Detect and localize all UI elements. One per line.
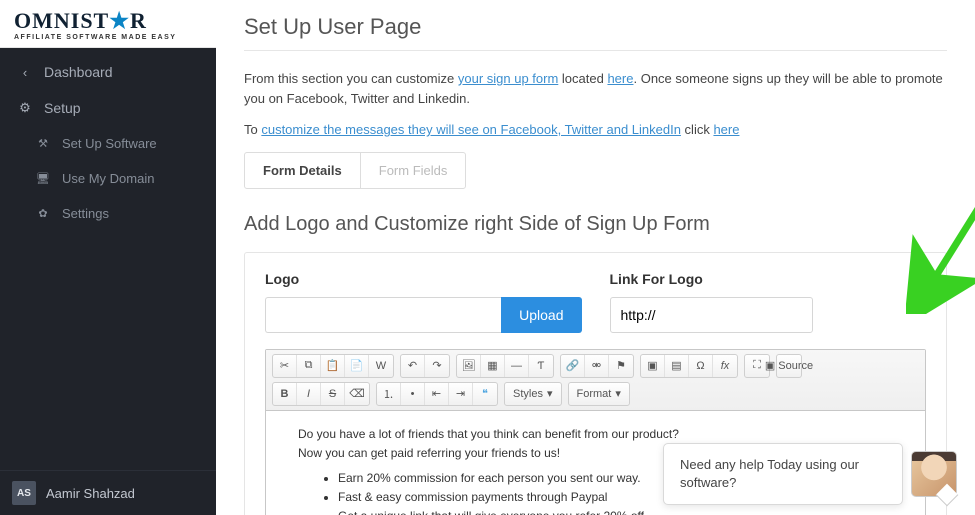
editor-toolbar: ✂ ⧉ 📋 📄 W ↶ ↷ 🖼 ▦ — [266,350,925,411]
intro-text: To [244,122,261,137]
dashboard-icon: ⚙ [16,100,34,116]
bullet-list-icon[interactable]: • [401,383,425,405]
symbol-icon[interactable]: Ω [689,355,713,377]
unlink-icon[interactable]: ⚮ [585,355,609,377]
page-title: Set Up User Page [244,14,947,40]
sidebar-item-label: Set Up Software [62,136,157,151]
nav: ‹ Dashboard ⚙ Setup ⚒ Set Up Software 🖥 … [0,48,216,470]
intro-paragraph-1: From this section you can customize your… [244,69,947,108]
brand-star-icon: ★ [109,8,130,33]
tab-form-details[interactable]: Form Details [245,153,360,188]
brand-tagline: AFFILIATE SOFTWARE MADE EASY [14,34,202,41]
brand-name-2: R [130,8,147,33]
logo-label: Logo [265,271,582,287]
sidebar-item-label: Use My Domain [62,171,154,186]
divider [244,50,947,51]
monitor-icon: 🖥 [34,172,52,185]
sidebar-item-label: Setup [44,100,81,116]
gear-icon: ✿ [34,207,52,220]
chat-bubble[interactable]: Need any help Today using our software? [663,443,903,505]
main-content: Set Up User Page From this section you c… [216,0,975,515]
signup-form-link[interactable]: your sign up form [458,71,558,86]
special-char-icon[interactable]: Ƭ [529,355,553,377]
format-select[interactable]: Format▾ [569,383,629,405]
iframe-icon[interactable]: ▤ [665,355,689,377]
undo-icon[interactable]: ↶ [401,355,425,377]
indent-icon[interactable]: ⇥ [449,383,473,405]
paste-text-icon[interactable]: 📄 [345,355,369,377]
intro-text: located [558,71,607,86]
sidebar: OMNIST★R AFFILIATE SOFTWARE MADE EASY ‹ … [0,0,216,515]
italic-icon[interactable]: I [297,383,321,405]
customize-messages-link[interactable]: customize the messages they will see on … [261,122,681,137]
brand-name-1: OMNIST [14,8,109,33]
intro-paragraph-2: To customize the messages they will see … [244,120,947,140]
chat-widget: Need any help Today using our software? [663,443,957,505]
sidebar-item-settings[interactable]: ✿ Settings [0,196,216,231]
user-menu[interactable]: AS Aamir Shahzad [0,470,216,515]
located-here-link[interactable]: here [607,71,633,86]
logo-input[interactable] [265,297,501,333]
redo-icon[interactable]: ↷ [425,355,449,377]
intro-text: click [681,122,714,137]
sidebar-item-label: Settings [62,206,109,221]
embed-icon[interactable]: ▣ [641,355,665,377]
cogs-icon: ⚒ [34,137,52,150]
numbered-list-icon[interactable]: ⒈ [377,383,401,405]
editor-bullet: Get a unique link that will give everyon… [338,507,907,515]
user-name: Aamir Shahzad [46,486,135,501]
cut-icon[interactable]: ✂ [273,355,297,377]
image-icon[interactable]: 🖼 [457,355,481,377]
chevron-down-icon: ▾ [547,387,553,400]
sidebar-item-dashboard[interactable]: ‹ Dashboard [0,54,216,90]
sidebar-item-setup-software[interactable]: ⚒ Set Up Software [0,126,216,161]
brand-logo: OMNIST★R AFFILIATE SOFTWARE MADE EASY [0,0,216,48]
intro-text: From this section you can customize [244,71,458,86]
sidebar-item-use-domain[interactable]: 🖥 Use My Domain [0,161,216,196]
anchor-icon[interactable]: ⚑ [609,355,633,377]
logo-link-input[interactable] [610,297,813,333]
avatar: AS [12,481,36,505]
fx-icon[interactable]: fx [713,355,737,377]
click-here-link[interactable]: here [713,122,739,137]
clear-format-icon[interactable]: ⌫ [345,383,369,405]
chevron-left-icon: ‹ [16,65,34,80]
sidebar-item-setup[interactable]: ⚙ Setup [0,90,216,126]
sidebar-item-label: Dashboard [44,64,113,80]
tabs: Form Details Form Fields [244,152,466,189]
editor-line: Do you have a lot of friends that you th… [298,425,907,444]
blockquote-icon[interactable]: ❝ [473,383,497,405]
paste-icon[interactable]: 📋 [321,355,345,377]
table-icon[interactable]: ▦ [481,355,505,377]
logo-link-label: Link For Logo [610,271,927,287]
tab-form-fields[interactable]: Form Fields [360,153,466,188]
source-button[interactable]: ▣Source [777,355,801,377]
bold-icon[interactable]: B [273,383,297,405]
strike-icon[interactable]: S [321,383,345,405]
chevron-down-icon: ▾ [615,387,621,400]
upload-button[interactable]: Upload [501,297,581,333]
styles-select[interactable]: Styles▾ [505,383,561,405]
hr-icon[interactable]: — [505,355,529,377]
paste-word-icon[interactable]: W [369,355,393,377]
link-icon[interactable]: 🔗 [561,355,585,377]
section-heading: Add Logo and Customize right Side of Sig… [244,213,947,236]
copy-icon[interactable]: ⧉ [297,355,321,377]
outdent-icon[interactable]: ⇤ [425,383,449,405]
